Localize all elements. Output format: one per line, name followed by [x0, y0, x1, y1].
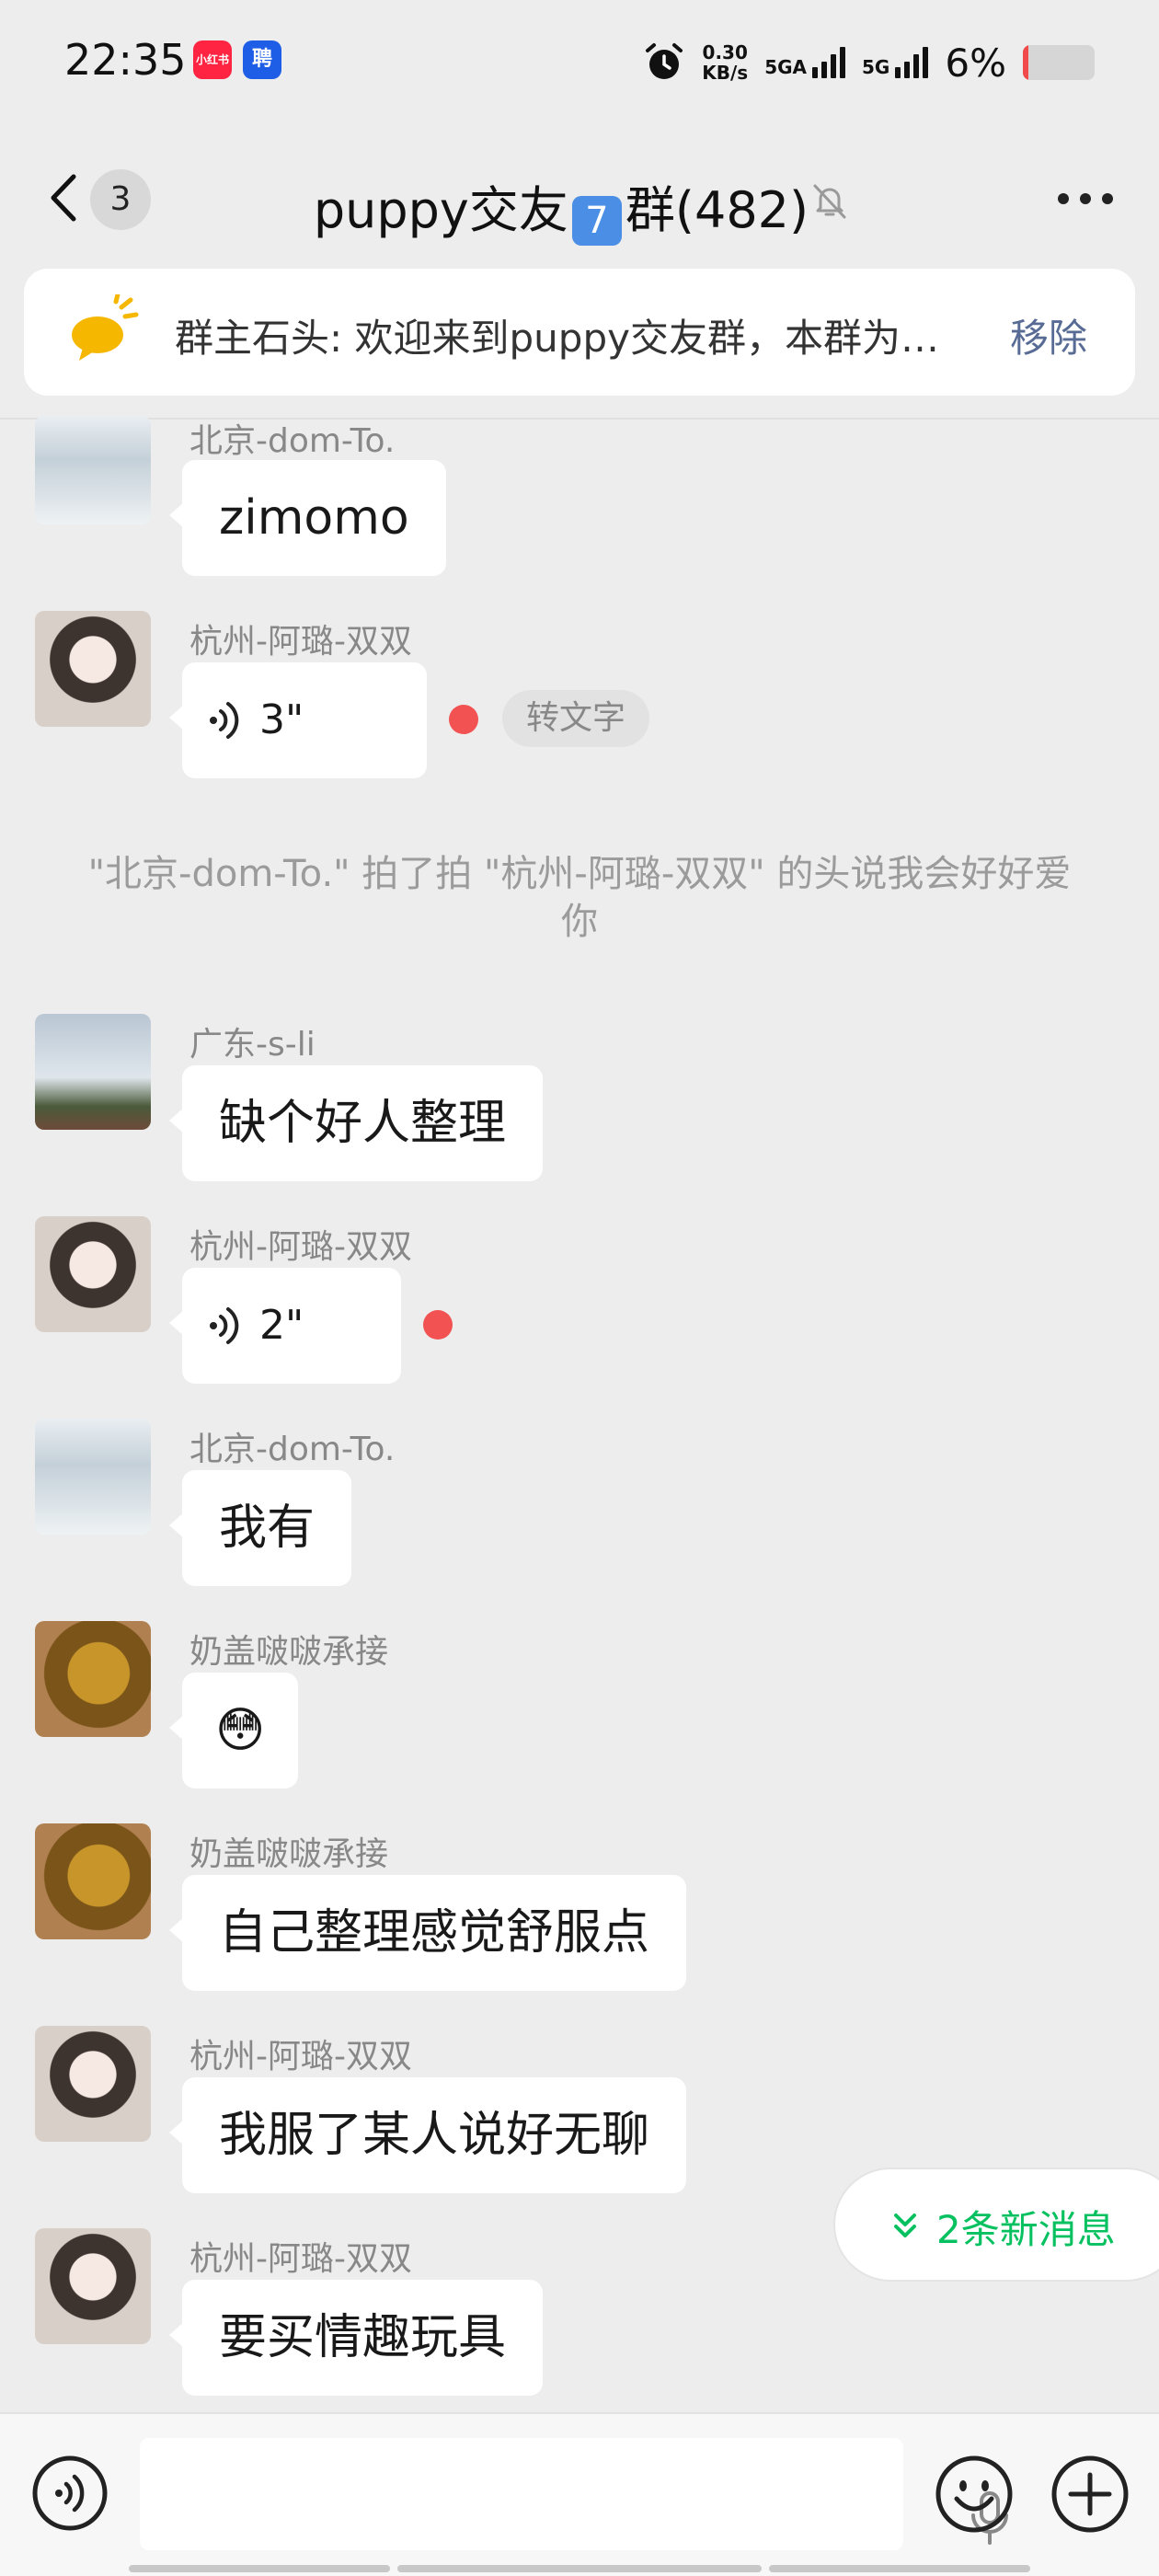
- girl-avatar[interactable]: [35, 611, 151, 727]
- unread-voice-dot: [423, 1310, 453, 1340]
- voice-wave-icon: [210, 702, 239, 739]
- voice-message-bubble[interactable]: 3": [169, 662, 427, 778]
- signal-bars-icon: [812, 47, 846, 78]
- message-input-field[interactable]: [140, 2438, 1008, 2550]
- horse-avatar[interactable]: [35, 1823, 151, 1939]
- double-chevron-down-icon: [894, 2214, 916, 2237]
- emoji-bubble[interactable]: 😳: [168, 1673, 299, 1788]
- plus-icon[interactable]: [1050, 2455, 1130, 2534]
- text-bubble[interactable]: 我服了某人说好无聊: [168, 2077, 687, 2193]
- gesture-handle: [129, 2565, 390, 2572]
- girl-avatar[interactable]: [35, 2228, 151, 2344]
- sender-name: 杭州-阿璐-双双: [189, 2038, 412, 2076]
- status-indicators: 0.30 KB/s 5GA 5G 6%: [643, 37, 1095, 88]
- text-bubble[interactable]: 我有: [168, 1470, 352, 1586]
- girl-avatar[interactable]: [35, 1216, 151, 1332]
- chat-member-count: 群(482): [625, 181, 809, 239]
- sim2-signal: 5G: [862, 47, 929, 78]
- chat-input-bar: [0, 2412, 1159, 2576]
- sender-name: 杭州-阿璐-双双: [189, 2240, 412, 2278]
- sim1-label: 5GA: [764, 56, 808, 78]
- chat-header: 3 puppy交友 7 群(482): [0, 147, 1159, 248]
- sender-name: 杭州-阿璐-双双: [189, 1228, 412, 1266]
- convert-to-text-button[interactable]: 转文字: [502, 690, 650, 747]
- voice-input-icon[interactable]: [31, 2455, 109, 2532]
- sender-name: 奶盖啵啵承接: [189, 1633, 389, 1671]
- new-messages-label: 2条新消息: [936, 2207, 1116, 2252]
- emoji-icon[interactable]: [935, 2455, 1014, 2534]
- sender-name: 奶盖啵啵承接: [189, 1835, 389, 1873]
- pinned-announcement[interactable]: 群主石头: 欢迎来到puppy交友群，本群为… 移除: [24, 269, 1135, 396]
- gesture-handle: [397, 2565, 762, 2572]
- status-bar: 22:35 小红书 聘 0.30 KB/s 5GA 5G 6%: [0, 0, 1159, 129]
- battery-fill: [1023, 45, 1029, 80]
- voice-duration: 2": [259, 1302, 304, 1349]
- gesture-handle: [769, 2565, 1030, 2572]
- network-speed-value: 0.30: [702, 41, 748, 63]
- text-bubble[interactable]: zimomo: [169, 460, 446, 576]
- voice-duration: 3": [259, 696, 304, 743]
- sender-name: 北京-dom-To.: [189, 1431, 396, 1468]
- battery-percent: 6%: [945, 40, 1006, 86]
- alarm-icon: [646, 43, 683, 79]
- xiaohongshu-notification-icon: 小红书: [193, 40, 232, 79]
- muted-bell-icon: [813, 184, 846, 219]
- new-messages-button[interactable]: 2条新消息: [833, 2168, 1159, 2282]
- sender-name: 杭州-阿璐-双双: [189, 623, 412, 661]
- chat-title-text: puppy交友: [313, 181, 568, 239]
- snow-walk-avatar[interactable]: [35, 416, 151, 524]
- voice-wave-icon: [210, 1307, 239, 1344]
- pat-system-message: "北京-dom-To." 拍了拍 "杭州-阿璐-双双" 的头说我会好好爱你: [87, 853, 1072, 943]
- voice-message-bubble[interactable]: 2": [169, 1268, 401, 1384]
- text-bubble[interactable]: 缺个好人整理: [168, 1065, 544, 1181]
- megaphone-icon: [72, 294, 139, 361]
- header-divider: [0, 418, 1159, 420]
- announcement-text: 群主石头: 欢迎来到puppy交友群，本群为…: [175, 316, 939, 361]
- network-speed: 0.30 KB/s: [702, 42, 748, 83]
- horse-avatar[interactable]: [35, 1621, 151, 1737]
- sender-name: 广东-s-li: [189, 1026, 316, 1064]
- sender-name: 北京-dom-To.: [189, 422, 396, 460]
- sim2-label: 5G: [862, 56, 890, 78]
- keycap-seven-emoji: 7: [571, 196, 622, 246]
- unread-voice-dot: [449, 705, 478, 734]
- text-bubble[interactable]: 要买情趣玩具: [168, 2280, 544, 2396]
- battery-icon: [1023, 45, 1095, 80]
- network-speed-unit: KB/s: [702, 62, 749, 84]
- sim1-signal: 5GA: [764, 47, 846, 78]
- text-bubble[interactable]: 自己整理感觉舒服点: [168, 1875, 687, 1991]
- lighthouse-avatar[interactable]: [35, 1014, 151, 1130]
- snow-walk-avatar[interactable]: [35, 1419, 151, 1535]
- remove-announcement-button[interactable]: 移除: [1010, 307, 1087, 363]
- girl-avatar[interactable]: [35, 2026, 151, 2142]
- more-options-icon[interactable]: [1058, 193, 1113, 208]
- chat-title[interactable]: puppy交友 7 群(482): [0, 169, 1159, 246]
- clock: 22:35: [64, 35, 187, 85]
- job-app-notification-icon: 聘: [243, 40, 281, 79]
- signal-bars-icon: [895, 47, 929, 78]
